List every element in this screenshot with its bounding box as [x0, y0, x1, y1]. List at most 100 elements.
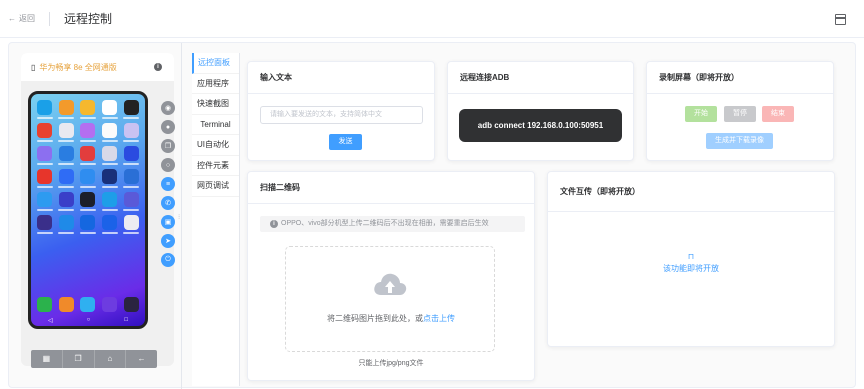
menu-item-screenshot[interactable]: 快速截图 [192, 94, 239, 115]
app-icon[interactable] [120, 192, 142, 211]
home-icon[interactable]: ⌂ [95, 350, 127, 368]
app-icon[interactable] [120, 215, 142, 234]
splitter-grip-icon[interactable]: ⁝ [178, 213, 180, 221]
grid-icon[interactable]: ▦ [31, 350, 63, 368]
app-icon[interactable] [56, 100, 78, 119]
splitter[interactable] [181, 43, 182, 389]
app-icon[interactable] [99, 123, 121, 142]
phone-nav-bar: ◁ ○ □ [31, 317, 145, 324]
app-icon[interactable] [99, 146, 121, 165]
main-panel: 输入文本 请输入要发送的文本，支持简体中文 发送 远程连接ADB adb con… [242, 53, 847, 386]
menu-item-ui-automation[interactable]: UI自动化 [192, 135, 239, 156]
app-icon[interactable] [77, 192, 99, 211]
content-wrapper: ▯ 华为畅享 8e 全网通版 i ◁ ○ □ ▦ ❐ ⌂ ← ◉ ● ❐ ○ ≡… [8, 42, 856, 389]
app-icon[interactable] [56, 169, 78, 188]
app-icon[interactable] [77, 215, 99, 234]
power-icon[interactable]: ⏻ [161, 253, 175, 267]
send-icon[interactable]: ➤ [161, 234, 175, 248]
app-icon[interactable] [34, 146, 56, 165]
phone-icon[interactable]: ✆ [161, 196, 175, 210]
send-button[interactable]: 发送 [329, 134, 362, 150]
app-icon[interactable] [99, 100, 121, 119]
top-bar: ← 返回 远程控制 [0, 0, 864, 38]
adb-card: 远程连接ADB adb connect 192.168.0.100:50951 [447, 61, 634, 161]
app-icon[interactable] [77, 123, 99, 142]
function-menu: 远控面板 应用程序 快速截图 Terminal UI自动化 控件元素 网页调试 [192, 53, 240, 386]
app-icon[interactable] [120, 146, 142, 165]
app-icon[interactable] [120, 123, 142, 142]
user-icon[interactable]: ● [161, 120, 175, 134]
browser-app-icon[interactable] [102, 297, 118, 312]
dock [34, 297, 142, 312]
qrcode-card: 扫描二维码 i OPPO、vivo部分机型上传二维码后不出现在相册，需要重启后生效… [247, 171, 535, 381]
nav-recent-icon[interactable]: □ [124, 317, 128, 324]
app-icon[interactable] [34, 192, 56, 211]
adb-command[interactable]: adb connect 192.168.0.100:50951 [459, 109, 622, 142]
copy-icon[interactable]: ❐ [161, 139, 175, 153]
device-name: 华为畅享 8e 全网通版 [39, 62, 117, 72]
menu-item-terminal[interactable]: Terminal [192, 115, 239, 135]
app-icon[interactable] [99, 169, 121, 188]
search-icon[interactable]: ○ [161, 158, 175, 172]
app-icon[interactable] [56, 192, 78, 211]
pause-record-button[interactable]: 暂停 [724, 106, 756, 122]
qrcode-notice: i OPPO、vivo部分机型上传二维码后不出现在相册，需要重启后生效 [260, 216, 525, 232]
camera-app-icon[interactable] [123, 297, 139, 312]
menu-item-apps[interactable]: 应用程序 [192, 74, 239, 94]
app-icon[interactable] [120, 169, 142, 188]
app-icon[interactable] [99, 215, 121, 234]
device-header: ▯ 华为畅享 8e 全网通版 i [21, 53, 174, 81]
card-title: 输入文本 [248, 62, 434, 94]
upload-hint: 将二维码图片拖到此处，或 [327, 314, 423, 323]
input-text-card: 输入文本 请输入要发送的文本，支持简体中文 发送 [247, 61, 435, 161]
nav-back-icon[interactable]: ◁ [48, 317, 53, 324]
phone-app-icon[interactable] [37, 297, 53, 312]
menu-item-web-debug[interactable]: 网页调试 [192, 176, 239, 197]
record-card: 录制屏幕（即将开放） 开始 暂停 结束 生成并下载录像 [646, 61, 834, 161]
card-title: 远程连接ADB [448, 62, 633, 94]
app-icon[interactable] [120, 100, 142, 119]
sliders-icon[interactable]: ≡ [161, 177, 175, 191]
app-icon[interactable] [34, 100, 56, 119]
back-button[interactable]: ← 返回 [8, 13, 35, 24]
camera-icon[interactable]: ▣ [161, 215, 175, 229]
phone-screen[interactable]: ◁ ○ □ [28, 91, 148, 329]
back-label: 返回 [19, 14, 35, 23]
menu-item-remote-panel[interactable]: 远控面板 [192, 53, 239, 74]
app-icon[interactable] [99, 192, 121, 211]
eye-icon[interactable]: ◉ [161, 101, 175, 115]
phone-icon: ▯ [31, 62, 36, 72]
window-icon[interactable] [835, 14, 846, 25]
text-input[interactable]: 请输入要发送的文本，支持简体中文 [260, 106, 423, 124]
copy-icon[interactable]: ❐ [63, 350, 95, 368]
upload-dropzone[interactable]: 将二维码图片拖到此处，或点击上传 [285, 246, 495, 352]
upload-text: 将二维码图片拖到此处，或点击上传 [286, 313, 496, 324]
notice-text: OPPO、vivo部分机型上传二维码后不出现在相册，需要重启后生效 [281, 220, 489, 227]
coming-soon: ⊓ 该功能即将开放 [548, 252, 834, 274]
click-upload-link[interactable]: 点击上传 [423, 314, 455, 323]
contacts-app-icon[interactable] [58, 297, 74, 312]
back-icon[interactable]: ← [126, 350, 157, 368]
download-record-button[interactable]: 生成并下载录像 [706, 133, 773, 149]
info-icon[interactable]: i [154, 63, 162, 71]
app-icon[interactable] [34, 123, 56, 142]
app-icon[interactable] [56, 146, 78, 165]
app-icon[interactable] [56, 215, 78, 234]
start-record-button[interactable]: 开始 [685, 106, 717, 122]
app-icon[interactable] [77, 169, 99, 188]
divider [49, 11, 50, 26]
app-icon[interactable] [77, 146, 99, 165]
menu-item-elements[interactable]: 控件元素 [192, 156, 239, 176]
app-icon[interactable] [34, 169, 56, 188]
app-icon[interactable] [77, 100, 99, 119]
nav-home-icon[interactable]: ○ [87, 317, 91, 324]
page-title: 远程控制 [64, 12, 113, 26]
app-icon[interactable] [56, 123, 78, 142]
phone-panel: ▯ 华为畅享 8e 全网通版 i ◁ ○ □ ▦ ❐ ⌂ ← [21, 53, 174, 368]
app-icon[interactable] [34, 215, 56, 234]
card-title: 文件互传（即将开放） [548, 172, 834, 212]
card-title: 扫描二维码 [248, 172, 534, 204]
card-title: 录制屏幕（即将开放） [647, 62, 833, 94]
messages-app-icon[interactable] [80, 297, 96, 312]
stop-record-button[interactable]: 结束 [762, 106, 794, 122]
